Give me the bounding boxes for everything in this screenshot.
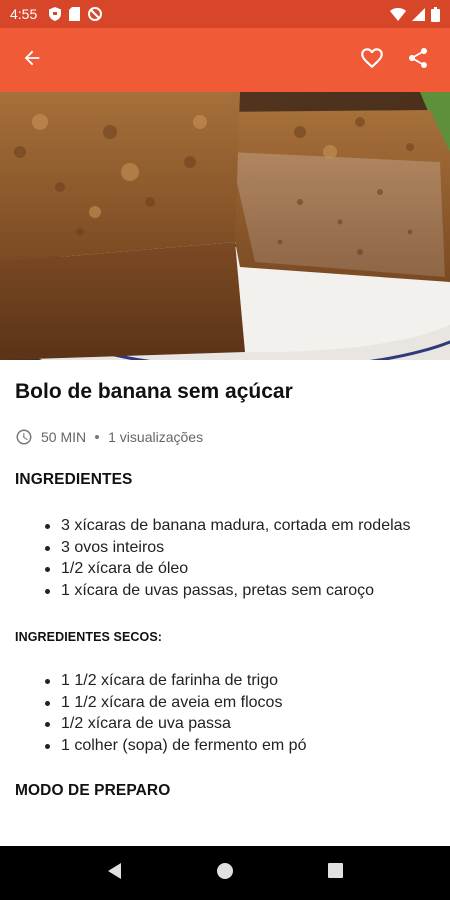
recents-square-icon[interactable] <box>327 862 344 884</box>
list-item: 3 ovos inteiros <box>45 537 435 559</box>
ingredients-list: 3 xícaras de banana madura, cortada em r… <box>45 515 435 601</box>
recipe-content: Bolo de banana sem açúcar 50 MIN 1 visua… <box>0 360 450 800</box>
clock-icon <box>15 428 33 446</box>
list-item: 1 colher (sopa) de fermento em pó <box>45 735 435 757</box>
list-item: 1 1/2 xícara de farinha de trigo <box>45 670 435 692</box>
heart-outline-icon <box>359 45 385 76</box>
favorite-button[interactable] <box>352 40 392 80</box>
battery-icon <box>431 6 440 22</box>
app-bar <box>0 28 450 92</box>
signal-icon <box>412 7 425 21</box>
dry-ingredients-list: 1 1/2 xícara de farinha de trigo 1 1/2 x… <box>45 670 435 756</box>
list-item: 1/2 xícara de uva passa <box>45 713 435 735</box>
back-arrow-icon <box>21 47 43 74</box>
back-triangle-icon[interactable] <box>106 862 124 885</box>
preparation-title: MODO DE PREPARO <box>15 782 171 799</box>
ingredients-title: INGREDIENTES <box>15 471 133 488</box>
recipe-photo <box>0 92 450 360</box>
back-button[interactable] <box>12 40 52 80</box>
wifi-icon <box>390 7 406 21</box>
list-item: 1 xícara de uvas passas, pretas sem caro… <box>45 580 435 602</box>
share-icon <box>406 46 430 75</box>
status-time: 4:55 <box>10 6 38 22</box>
shield-icon <box>49 7 62 21</box>
list-item: 3 xícaras de banana madura, cortada em r… <box>45 515 435 537</box>
dry-ingredients-title: INGREDIENTES SECOS: <box>15 630 163 644</box>
prep-time: 50 MIN <box>41 429 87 445</box>
recipe-title: Bolo de banana sem açúcar <box>15 380 293 403</box>
share-button[interactable] <box>398 40 438 80</box>
system-nav-bar <box>0 846 450 900</box>
do-not-disturb-icon <box>88 7 103 21</box>
sim-card-icon <box>69 7 81 21</box>
home-circle-icon[interactable] <box>215 861 235 886</box>
list-item: 1/2 xícara de óleo <box>45 558 435 580</box>
recipe-meta: 50 MIN 1 visualizações <box>15 427 435 447</box>
view-count: 1 visualizações <box>108 429 204 445</box>
separator-dot <box>95 435 100 439</box>
status-bar: 4:55 <box>0 0 450 28</box>
list-item: 1 1/2 xícara de aveia em flocos <box>45 692 435 714</box>
